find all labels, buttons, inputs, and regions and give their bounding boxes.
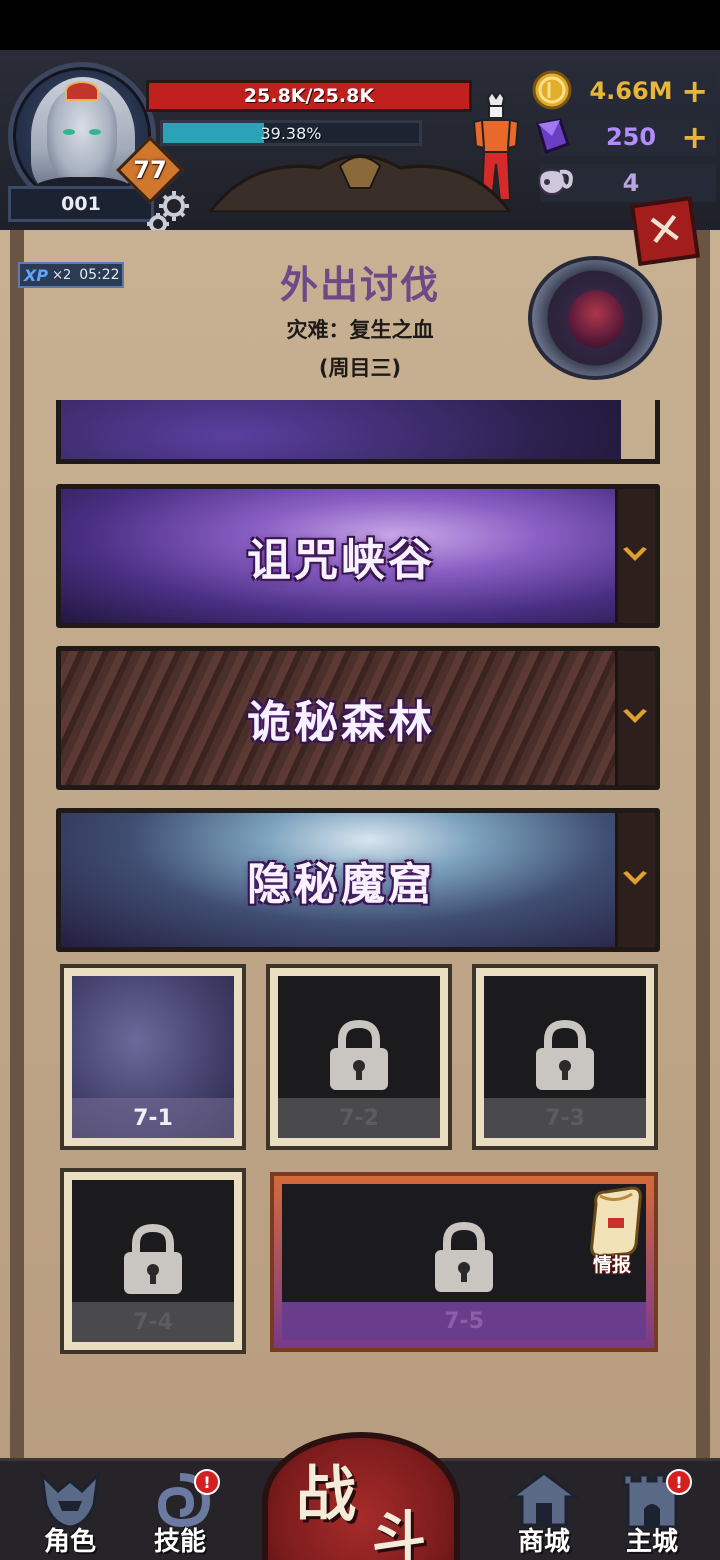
- gold-resource: 4.66M +: [532, 70, 716, 110]
- stage-art: 7-2: [278, 976, 440, 1138]
- cycle-label: (周目三): [318, 356, 402, 380]
- nav-character[interactable]: 角色: [22, 1467, 118, 1560]
- panel-ornament: [210, 154, 510, 212]
- chapter-hidden-cave[interactable]: 隐秘魔窟: [56, 808, 660, 952]
- chapter-side: [615, 651, 655, 785]
- stage-card-7-4[interactable]: 7-4: [60, 1168, 246, 1354]
- disaster-subtitle: 灾难：复生之血: [286, 318, 434, 342]
- hp-text: 25.8K/25.8K: [243, 85, 375, 107]
- page-title: 外出讨伐: [279, 262, 440, 307]
- nav-label: 主城: [625, 1527, 678, 1557]
- stage-art: 7-1: [72, 976, 234, 1138]
- lock-icon: [124, 1223, 182, 1294]
- chapter-cursed-canyon[interactable]: 诅咒峡谷: [56, 484, 660, 628]
- crystal-value: 250: [605, 123, 657, 151]
- battle-label-1: 战: [296, 1460, 356, 1530]
- ram-skull-icon: [538, 168, 573, 196]
- nav-city[interactable]: ! 主城: [604, 1467, 700, 1560]
- nav-label: 角色: [43, 1527, 96, 1557]
- notification-badge: !: [666, 1469, 692, 1495]
- chapter-mysterious-forest[interactable]: 诡秘森林: [56, 646, 660, 790]
- close-button[interactable]: ✕: [629, 195, 701, 267]
- battle-button[interactable]: [262, 1432, 460, 1560]
- stage-art: 7-4: [72, 1180, 234, 1342]
- crystal-resource: 250 +: [536, 118, 716, 156]
- xp-boost-multiplier: ×2: [52, 267, 72, 283]
- chapter-name: 诅咒峡谷: [247, 535, 435, 586]
- nav-shop[interactable]: 商城: [496, 1467, 592, 1560]
- horn-value: 4: [622, 169, 640, 197]
- nav-label: 商城: [517, 1527, 570, 1557]
- chapter-list[interactable]: 诅咒峡谷 诡秘森林 隐秘魔窟: [56, 400, 666, 952]
- stage-label: 7-3: [484, 1098, 646, 1138]
- stage-card-7-1[interactable]: 7-1: [60, 964, 246, 1150]
- xp-boost-tag: XP: [24, 265, 49, 285]
- lock-icon: [435, 1221, 493, 1292]
- chapter-side: [615, 489, 655, 623]
- chevron-down-icon[interactable]: [621, 705, 649, 729]
- stage-label: 7-2: [278, 1098, 440, 1138]
- lock-icon: [536, 1019, 594, 1090]
- boss-portrait: [568, 290, 624, 348]
- add-gold-button[interactable]: +: [681, 72, 708, 110]
- chapter-partial[interactable]: [56, 400, 660, 464]
- xp-text: 39.38%: [260, 123, 322, 143]
- chapter-side: [615, 813, 655, 947]
- chapter-name: 诡秘森林: [247, 697, 435, 748]
- stage-art: 7-3: [484, 976, 646, 1138]
- add-crystal-button[interactable]: +: [681, 118, 708, 156]
- avatar-crown: [65, 81, 99, 101]
- stage-label: 7-5: [282, 1302, 646, 1340]
- lock-icon: [330, 1019, 388, 1090]
- hp-bar: 25.8K/25.8K: [146, 80, 472, 112]
- chevron-down-icon[interactable]: [621, 543, 649, 567]
- stage-card-7-3[interactable]: 7-3: [472, 964, 658, 1150]
- chevron-down-icon[interactable]: [621, 867, 649, 891]
- avatar-face: [47, 89, 117, 185]
- boss-medallion[interactable]: [528, 256, 662, 380]
- notification-badge: !: [194, 1469, 220, 1495]
- close-icon: ✕: [643, 202, 687, 259]
- avatar-eye: [89, 129, 101, 135]
- xp-boost-timer[interactable]: XP ×2 05:22: [18, 262, 124, 288]
- battle-label-2: 斗: [372, 1504, 426, 1560]
- xp-boost-time: 05:22: [79, 267, 120, 283]
- purple-crystal-icon: [536, 118, 570, 154]
- stage-label: 7-4: [72, 1302, 234, 1342]
- gold-value: 4.66M: [589, 77, 673, 105]
- status-bar: [0, 0, 720, 50]
- chapter-name: 隐秘魔窟: [247, 859, 435, 910]
- chapter-art: [61, 400, 621, 459]
- avatar-eye: [63, 129, 75, 135]
- nav-label: 技能: [153, 1527, 206, 1557]
- nav-skills[interactable]: ! 技能: [132, 1467, 228, 1560]
- stage-card-7-2[interactable]: 7-2: [266, 964, 452, 1150]
- gold-coin-icon: [532, 70, 572, 110]
- intel-label[interactable]: 情报: [580, 1250, 644, 1277]
- xp-bar: 39.38%: [160, 120, 422, 146]
- stage-label: 7-1: [72, 1098, 234, 1138]
